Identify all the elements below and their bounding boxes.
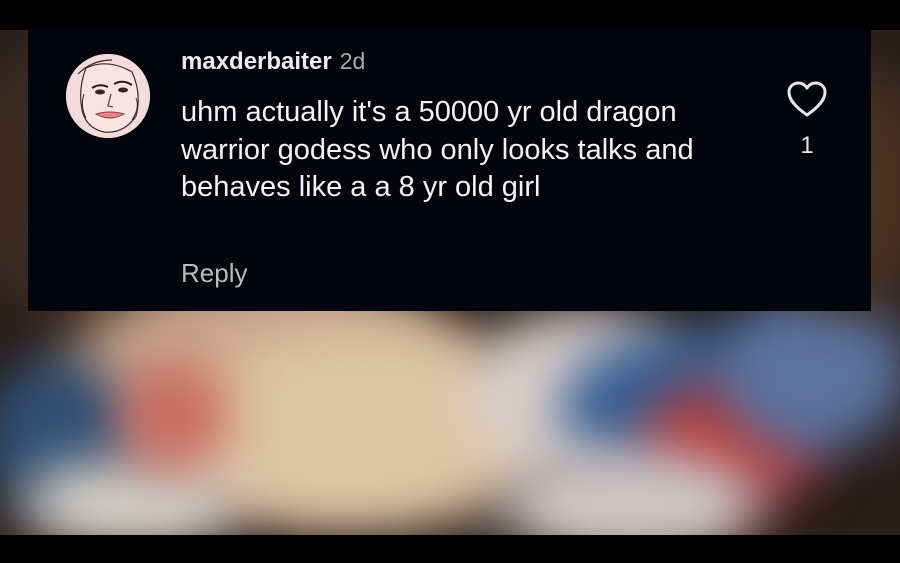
comment-username[interactable]: maxderbaiter (181, 48, 332, 75)
comment-timestamp: 2d (339, 48, 366, 74)
letterbox-top (0, 0, 900, 30)
video-viewport: maxderbaiter 2d uhm actually it's a 50000… (0, 0, 900, 563)
like-count: 1 (800, 132, 814, 159)
avatar-face-drawing (66, 54, 150, 138)
letterbox-bottom (0, 535, 900, 563)
heart-outline-icon (787, 81, 827, 117)
comment-body: uhm actually it's a 50000 yr old dragon … (181, 96, 694, 203)
reply-button[interactable]: Reply (181, 258, 247, 289)
comment-header: maxderbaiter 2d (181, 48, 365, 76)
user-avatar[interactable] (66, 54, 150, 138)
like-button[interactable] (786, 80, 828, 120)
